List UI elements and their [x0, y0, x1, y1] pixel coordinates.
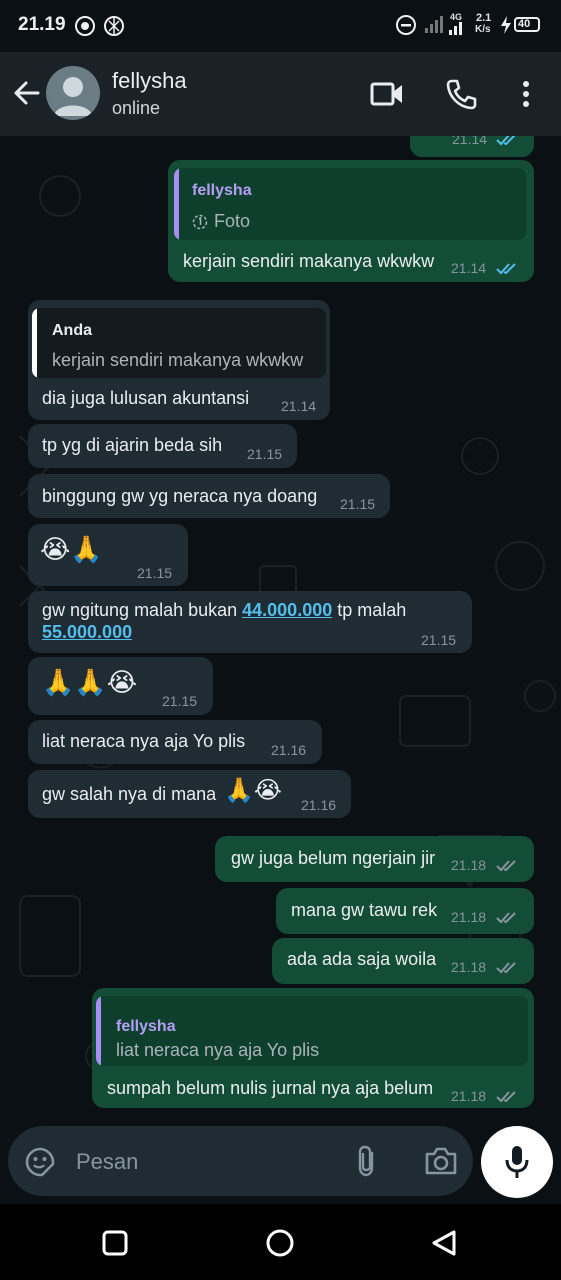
- message-time: 21.18: [451, 909, 487, 925]
- message-text: tp yg di ajarin beda sih: [42, 435, 223, 455]
- status-time: 21.19: [18, 14, 66, 35]
- quoted-reply[interactable]: Anda kerjain sendiri makanya wkwkw: [32, 308, 326, 378]
- quote-author: fellysha: [116, 1018, 176, 1035]
- emoji-sticker-icon[interactable]: [24, 1146, 56, 1178]
- quote-author: fellysha: [192, 182, 252, 199]
- mic-button[interactable]: [481, 1126, 553, 1198]
- message-input-bar[interactable]: Pesan: [8, 1126, 473, 1196]
- delivered-receipt-icon: [496, 860, 516, 872]
- media-record-icon: [75, 16, 95, 36]
- quote-bar: [174, 168, 179, 240]
- message-bubble-outgoing[interactable]: fellysha Foto kerjain sendiri makanya wk…: [168, 160, 534, 282]
- quoted-reply[interactable]: fellysha Foto: [174, 168, 526, 240]
- message-bubble-outgoing[interactable]: 21.14: [410, 136, 534, 157]
- read-receipt-icon: [496, 263, 516, 275]
- quoted-reply[interactable]: fellysha liat neraca nya aja Yo plis: [96, 996, 528, 1066]
- message-time: 21.15: [340, 496, 376, 512]
- message-time: 21.14: [281, 398, 317, 414]
- data-speed-value: 2.1: [476, 12, 492, 24]
- message-bubble-outgoing[interactable]: gw juga belum ngerjain jir 21.18: [215, 836, 534, 882]
- status-bar: 21.19 4G 2.1 K/s 40: [0, 0, 561, 52]
- message-input[interactable]: Pesan: [76, 1149, 138, 1175]
- quote-bar: [96, 996, 101, 1066]
- do-not-disturb-icon: [396, 15, 416, 35]
- message-time: 21.15: [137, 565, 173, 581]
- view-once-icon: [192, 214, 208, 230]
- message-bubble-outgoing[interactable]: fellysha liat neraca nya aja Yo plis sum…: [92, 988, 534, 1108]
- aperture-icon: [104, 16, 124, 36]
- message-text-line1: gw ngitung malah bukan 44.000.000 tp mal…: [42, 600, 407, 620]
- message-bubble-incoming[interactable]: 😭🙏 21.15: [28, 524, 188, 586]
- message-bubble-incoming[interactable]: binggung gw yg neraca nya doang 21.15: [28, 474, 390, 518]
- message-time: 21.18: [451, 857, 487, 873]
- message-text: gw salah nya di mana: [42, 784, 217, 804]
- message-bubble-incoming[interactable]: Anda kerjain sendiri makanya wkwkw dia j…: [28, 300, 330, 420]
- camera-icon[interactable]: [424, 1146, 458, 1176]
- signal-strong-icon: [449, 22, 462, 35]
- link-number-1[interactable]: 44.000.000: [242, 600, 332, 620]
- message-text: mana gw tawu rek: [291, 900, 438, 920]
- link-number-2[interactable]: 55.000.000: [42, 622, 132, 642]
- message-text: sumpah belum nulis jurnal nya aja belum: [107, 1078, 434, 1098]
- message-time: 21.15: [162, 693, 198, 709]
- delivered-receipt-icon: [496, 912, 516, 924]
- recents-square-icon[interactable]: [102, 1230, 128, 1256]
- delivered-receipt-icon: [496, 1091, 516, 1103]
- quote-text: Foto: [214, 211, 251, 231]
- read-receipt-icon: [496, 136, 516, 146]
- quote-text: kerjain sendiri makanya wkwkw: [52, 350, 304, 370]
- message-text: ada ada saja woila: [287, 949, 437, 969]
- message-time: 21.14: [451, 260, 487, 276]
- message-time: 21.16: [301, 797, 337, 813]
- message-text: gw juga belum ngerjain jir: [231, 848, 436, 868]
- message-emoji: 🙏🙏😭: [42, 667, 138, 697]
- system-nav-bar: [0, 1204, 561, 1280]
- message-emoji: 😭🙏: [40, 534, 103, 564]
- data-speed-unit: K/s: [475, 24, 491, 35]
- message-bubble-incoming[interactable]: tp yg di ajarin beda sih 21.15: [28, 424, 297, 468]
- message-list[interactable]: 21.14 fellysha Foto kerjain sendiri maka…: [0, 136, 561, 1120]
- message-time: 21.16: [271, 742, 307, 758]
- chat-header: fellysha online: [0, 52, 561, 136]
- delivered-receipt-icon: [496, 962, 516, 974]
- contact-name[interactable]: fellysha: [112, 68, 187, 94]
- default-avatar-icon: [54, 77, 92, 116]
- battery-icon: 40: [514, 17, 540, 32]
- message-text: dia juga lulusan akuntansi: [42, 388, 250, 408]
- message-bubble-outgoing[interactable]: ada ada saja woila 21.18: [272, 938, 534, 984]
- more-vert-icon[interactable]: [520, 80, 532, 110]
- message-time: 21.18: [451, 1088, 487, 1104]
- contact-status: online: [112, 98, 161, 118]
- charging-bolt-icon: [501, 16, 511, 34]
- message-time: 21.15: [247, 446, 283, 462]
- message-text: kerjain sendiri makanya wkwkw: [183, 251, 435, 271]
- arrow-back-icon[interactable]: [12, 78, 42, 108]
- home-circle-icon[interactable]: [265, 1228, 295, 1258]
- message-text: binggung gw yg neraca nya doang: [42, 486, 318, 506]
- message-time: 21.15: [421, 632, 457, 648]
- quote-author: Anda: [52, 322, 92, 339]
- voice-call-icon[interactable]: [445, 78, 477, 110]
- message-bubble-incoming[interactable]: liat neraca nya aja Yo plis 21.16: [28, 720, 322, 764]
- message-bubble-incoming[interactable]: 🙏🙏😭 21.15: [28, 657, 213, 715]
- quote-text: liat neraca nya aja Yo plis: [116, 1040, 320, 1060]
- message-bubble-outgoing[interactable]: mana gw tawu rek 21.18: [276, 888, 534, 934]
- battery-level: 40: [518, 18, 531, 30]
- attach-icon[interactable]: [356, 1144, 378, 1178]
- message-time: 21.18: [451, 959, 487, 975]
- quote-bar: [32, 308, 37, 378]
- message-bubble-incoming[interactable]: gw ngitung malah bukan 44.000.000 tp mal…: [28, 591, 472, 653]
- back-triangle-icon[interactable]: [430, 1229, 458, 1257]
- video-call-icon[interactable]: [370, 80, 404, 108]
- message-bubble-incoming[interactable]: gw salah nya di mana 🙏😭 21.16: [28, 770, 351, 818]
- avatar[interactable]: [46, 66, 100, 120]
- message-time: 21.14: [452, 136, 488, 147]
- mic-icon: [505, 1146, 529, 1178]
- message-text: liat neraca nya aja Yo plis: [42, 731, 246, 751]
- message-emoji: 🙏😭: [224, 777, 282, 804]
- signal-weak-icon: [425, 16, 443, 33]
